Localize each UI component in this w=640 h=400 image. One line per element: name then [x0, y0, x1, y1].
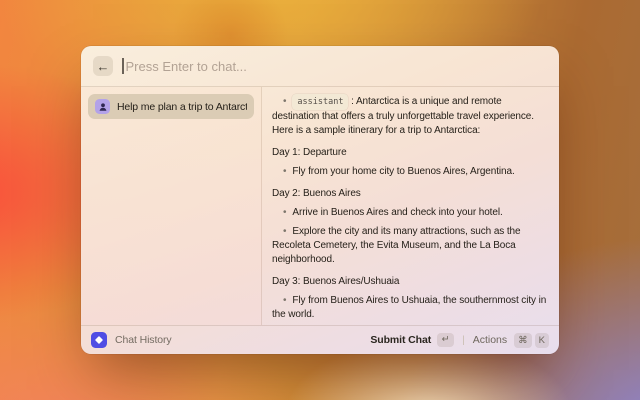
chat-day-heading: Day 3: Buenos Aires/Ushuaia [272, 276, 400, 287]
wizard-avatar-icon [95, 99, 110, 114]
chat-bullet-line: • Arrive in Buenos Aires and check into y… [272, 206, 547, 220]
status-bar: Chat History Submit Chat ↵ | Actions ⌘ K [81, 325, 559, 354]
bullet-icon: • [283, 96, 287, 107]
bullet-icon: • [283, 166, 287, 177]
sidebar-chat-item[interactable]: Help me plan a trip to Antarctica [88, 94, 254, 119]
submit-chat-label: Submit Chat [370, 334, 432, 346]
window-body: Help me plan a trip to Antarctica • assis… [81, 87, 559, 325]
actions-label: Actions [472, 334, 508, 346]
chat-bullet-line: • assistant : Antarctica is a unique and … [272, 94, 547, 138]
chat-day-heading: Day 2: Buenos Aires [272, 188, 361, 199]
chat-bullet-text: Fly from your home city to Buenos Aires,… [292, 166, 515, 177]
command-key-icon: ⌘ [514, 333, 532, 348]
raycast-logo-icon [91, 332, 107, 348]
chat-input-bar: ← Press Enter to chat... [81, 46, 559, 87]
chat-input[interactable]: Press Enter to chat... [122, 58, 547, 74]
actions-button[interactable]: Actions ⌘ K [472, 333, 549, 348]
back-button[interactable]: ← [93, 56, 113, 76]
chat-history-label: Chat History [115, 334, 172, 346]
desktop-background: ← Press Enter to chat... Help me plan a … [0, 0, 640, 400]
arrow-left-icon: ← [96, 58, 110, 74]
raycast-logo-glyph [95, 336, 103, 344]
bullet-icon: • [283, 295, 287, 306]
bullet-icon: • [283, 226, 287, 237]
chat-bullet-line: • Fly from your home city to Buenos Aires… [272, 165, 547, 179]
chat-transcript[interactable]: • assistant : Antarctica is a unique and … [262, 87, 559, 325]
chat-bullet-text: Arrive in Buenos Aires and check into yo… [292, 207, 503, 218]
footer-separator: | [462, 334, 465, 346]
sidebar-chat-item-label: Help me plan a trip to Antarctica [117, 100, 247, 113]
chat-input-placeholder: Press Enter to chat... [125, 58, 247, 74]
chat-bullet-line: • Fly from Buenos Aires to Ushuaia, the s… [272, 294, 547, 322]
chat-day-heading: Day 1: Departure [272, 147, 347, 158]
submit-chat-button[interactable]: Submit Chat ↵ [370, 333, 455, 347]
chat-bullet-line: • Explore the city and its many attractio… [272, 225, 547, 267]
ai-chat-window: ← Press Enter to chat... Help me plan a … [81, 46, 559, 354]
chat-list-sidebar: Help me plan a trip to Antarctica [81, 87, 262, 325]
assistant-role-badge: assistant [292, 94, 349, 110]
k-key-icon: K [534, 333, 549, 348]
text-cursor [122, 58, 124, 74]
return-key-icon: ↵ [437, 333, 455, 347]
bullet-icon: • [283, 207, 287, 218]
chat-bullet-text: Fly from Buenos Aires to Ushuaia, the so… [272, 295, 547, 320]
actions-shortcut-keys: ⌘ K [514, 333, 549, 348]
chat-bullet-text: Explore the city and its many attraction… [272, 226, 521, 265]
